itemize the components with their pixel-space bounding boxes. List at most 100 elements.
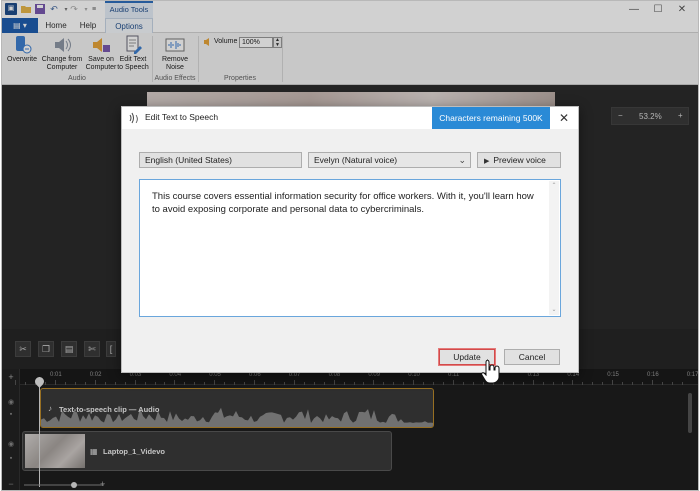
ruler-tick bbox=[453, 380, 454, 385]
ruler-tick bbox=[632, 382, 634, 385]
ruler-tick bbox=[592, 382, 594, 385]
zoom-out-button[interactable]: − bbox=[618, 111, 623, 120]
qat-customize-icon[interactable]: ≡ bbox=[88, 3, 100, 15]
ruler-tick bbox=[214, 380, 216, 385]
preview-voice-button[interactable]: ▶ Preview voice bbox=[477, 152, 561, 168]
ruler-tick bbox=[393, 382, 395, 385]
open-folder-icon[interactable] bbox=[20, 3, 32, 15]
close-icon[interactable]: ✕ bbox=[554, 110, 574, 126]
maximize-icon[interactable]: ☐ bbox=[646, 2, 670, 16]
add-track-icon[interactable]: + bbox=[7, 373, 15, 382]
scroll-up-icon[interactable]: ⌃ bbox=[550, 182, 558, 190]
zoom-out-timeline-icon[interactable]: − bbox=[7, 480, 15, 489]
ruler-tick bbox=[104, 382, 106, 385]
save-icon[interactable] bbox=[34, 3, 46, 15]
zoom-in-button[interactable]: + bbox=[678, 111, 683, 120]
ruler-tick bbox=[443, 382, 445, 385]
track-lock-icon[interactable]: ▪ bbox=[7, 455, 15, 463]
ruler-tick bbox=[114, 382, 116, 385]
speaker-change-icon bbox=[51, 35, 73, 55]
ruler-tick bbox=[84, 382, 86, 385]
redo-icon[interactable]: ↷ bbox=[68, 3, 80, 15]
track-lock-icon[interactable]: ▪ bbox=[7, 411, 15, 419]
video-clip-title: Laptop_1_Videvo bbox=[103, 447, 165, 456]
ruler-tick bbox=[254, 380, 255, 385]
volume-input[interactable]: 100% bbox=[239, 37, 273, 48]
ruler-tick-label: 0:15 bbox=[607, 372, 619, 378]
video-clip[interactable]: ▦ Laptop_1_Videvo bbox=[22, 431, 392, 471]
timeline-scrollbar[interactable] bbox=[686, 387, 694, 477]
ruler-tick bbox=[413, 380, 415, 385]
timeline-zoom-slider[interactable] bbox=[24, 481, 104, 489]
close-window-icon[interactable]: ✕ bbox=[670, 2, 694, 16]
ruler-tick bbox=[602, 382, 604, 385]
audio-clip[interactable]: ♪ Text-to-speech clip — Audio bbox=[40, 388, 434, 428]
cancel-button[interactable]: Cancel bbox=[504, 349, 560, 365]
overwrite-label: Overwrite bbox=[7, 56, 37, 63]
volume-icon bbox=[203, 37, 213, 47]
ruler-tick bbox=[144, 382, 146, 385]
voice-select[interactable]: Evelyn (Natural voice) ⌄ bbox=[308, 152, 471, 168]
voice-select-value: Evelyn (Natural voice) bbox=[314, 155, 398, 165]
ruler-tick bbox=[174, 380, 176, 385]
speech-wave-icon: ) bbox=[129, 112, 143, 125]
cut-icon[interactable]: ✂ bbox=[15, 341, 31, 357]
zoom-control: − 53.2% + bbox=[611, 107, 689, 125]
preview-voice-label: Preview voice bbox=[493, 155, 546, 165]
text-scrollbar[interactable]: ⌃ ⌄ bbox=[549, 181, 559, 315]
audio-clip-title: Text-to-speech clip — Audio bbox=[59, 405, 160, 414]
ribbon-panel: Overwrite Change from Computer Save on C… bbox=[2, 33, 698, 85]
save-on-computer-button[interactable]: Save on Computer bbox=[85, 35, 117, 72]
ruler-tick bbox=[353, 382, 355, 385]
ruler-tick bbox=[522, 382, 524, 385]
zoom-in-timeline-icon[interactable]: + bbox=[100, 479, 105, 489]
ruler-tick bbox=[383, 382, 385, 385]
context-tab-label: Audio Tools bbox=[105, 1, 153, 18]
undo-icon[interactable]: ↶ bbox=[48, 3, 60, 15]
remove-noise-button[interactable]: Remove Noise bbox=[158, 35, 192, 72]
track-visible-icon[interactable]: ◉ bbox=[7, 441, 15, 449]
ruler-tick bbox=[244, 382, 246, 385]
scroll-down-icon[interactable]: ⌄ bbox=[550, 306, 558, 314]
save-on-computer-label: Save on Computer bbox=[85, 56, 117, 71]
track-visible-icon[interactable]: ◉ bbox=[7, 399, 15, 407]
edit-tts-dialog: ) Edit Text to Speech Characters remaini… bbox=[121, 106, 579, 373]
characters-remaining-badge: Characters remaining 500K bbox=[432, 107, 550, 129]
tab-help[interactable]: Help bbox=[72, 18, 104, 33]
ruler-tick bbox=[194, 382, 196, 385]
speaker-save-icon bbox=[90, 35, 112, 55]
volume-stepper[interactable]: ▲ ▼ bbox=[273, 37, 282, 48]
ruler-tick-label: 0:17 bbox=[686, 372, 699, 378]
ruler-tick bbox=[273, 382, 275, 385]
ruler-tick bbox=[15, 380, 17, 385]
ruler-tick bbox=[303, 382, 305, 385]
split-icon[interactable]: ✄ bbox=[84, 341, 100, 357]
minimize-icon[interactable]: — bbox=[622, 2, 646, 16]
tab-options[interactable]: Options bbox=[105, 18, 153, 33]
playhead[interactable] bbox=[39, 377, 40, 487]
change-from-computer-button[interactable]: Change from Computer bbox=[40, 35, 84, 72]
copy-icon[interactable]: ❐ bbox=[38, 341, 54, 357]
ruler-tick bbox=[164, 382, 166, 385]
file-tab[interactable]: ▤ ▾ bbox=[2, 18, 38, 33]
ruler-tick bbox=[293, 380, 295, 385]
tts-text-content: This course covers essential information… bbox=[152, 191, 534, 215]
ruler-tick bbox=[572, 380, 574, 385]
overwrite-button[interactable]: Overwrite bbox=[5, 35, 39, 64]
dialog-title-bar: ) Edit Text to Speech Characters remaini… bbox=[122, 107, 578, 129]
tab-home[interactable]: Home bbox=[40, 18, 72, 33]
ruler-tick bbox=[343, 382, 345, 385]
ruler-tick-label: 0:01 bbox=[50, 372, 62, 378]
ruler-tick bbox=[373, 380, 375, 385]
tts-text-input[interactable]: This course covers essential information… bbox=[139, 179, 561, 317]
paste-icon[interactable]: ▤ bbox=[61, 341, 77, 357]
ruler-tick bbox=[313, 382, 315, 385]
trim-icon[interactable]: [ bbox=[106, 341, 116, 357]
language-select[interactable]: English (United States) bbox=[139, 152, 302, 168]
edit-text-to-speech-button[interactable]: Edit Text to Speech bbox=[116, 35, 150, 72]
hand-cursor-icon bbox=[481, 359, 500, 384]
edit-text-to-speech-label: Edit Text to Speech bbox=[117, 56, 149, 71]
volume-label: Volume bbox=[214, 38, 238, 45]
ruler-tick bbox=[671, 382, 673, 385]
ruler-tick bbox=[642, 382, 644, 385]
